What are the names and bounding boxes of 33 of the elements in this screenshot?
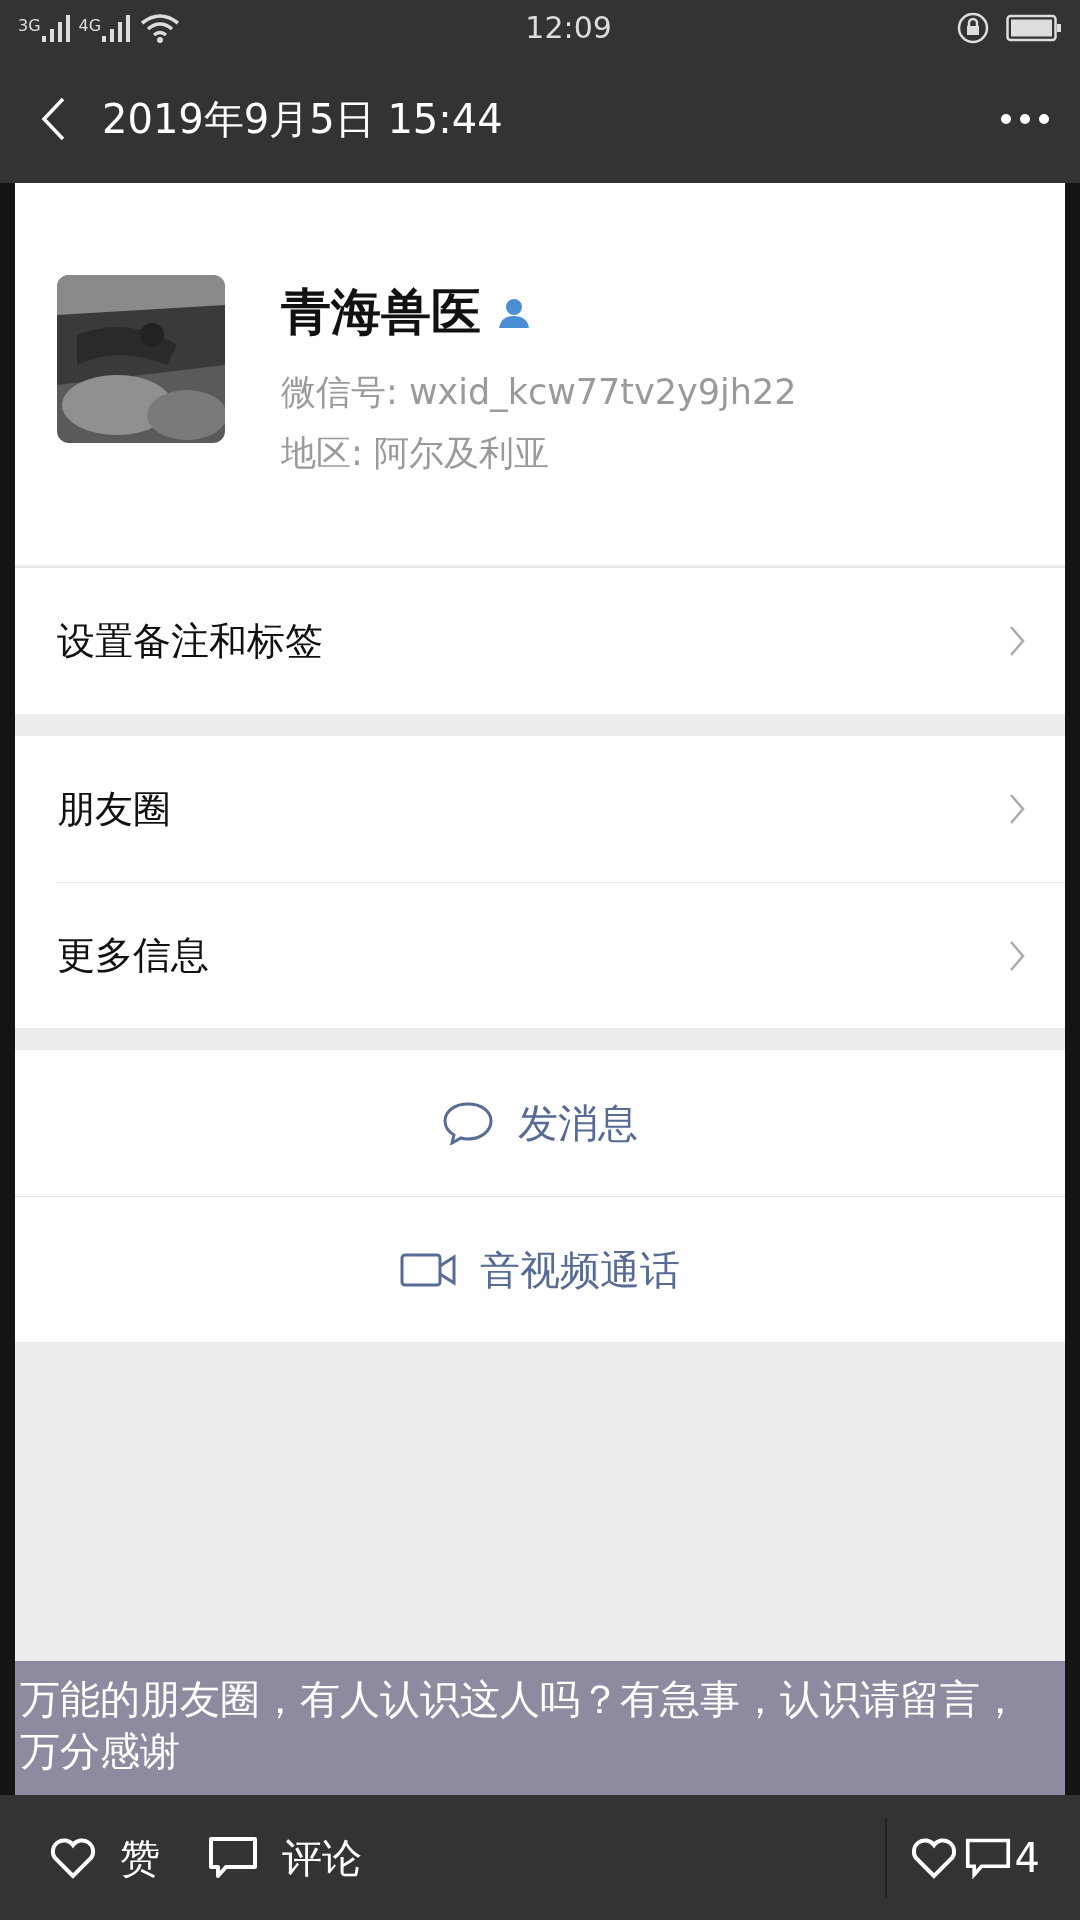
contact-name: 青海兽医 — [281, 282, 481, 343]
chevron-icon — [1009, 625, 1025, 657]
battery-icon — [1006, 13, 1062, 42]
comment-icon — [208, 1835, 258, 1880]
person-icon — [497, 296, 531, 329]
comment-count: 4 — [1014, 1833, 1040, 1883]
menu-row[interactable]: 朋友圈 — [15, 736, 1065, 882]
network-type: 4G — [78, 14, 102, 37]
region: 地区: 阿尔及利亚 — [281, 431, 550, 475]
chevron-icon — [1009, 939, 1025, 972]
rotation-lock-icon — [956, 10, 990, 45]
menu-row[interactable]: 设置备注和标签 — [15, 568, 1065, 714]
heart-icon — [50, 1836, 96, 1879]
video-camera-icon — [400, 1252, 456, 1287]
signal-icon — [40, 13, 71, 42]
like-button[interactable]: 赞 — [50, 1827, 160, 1888]
comment-icon — [964, 1836, 1011, 1879]
more-icon[interactable] — [1000, 113, 1050, 125]
status-time: 12:09 — [525, 9, 612, 47]
video-call-link[interactable]: 音视频通话 — [480, 1239, 680, 1300]
network-type: 3G — [18, 14, 41, 37]
comment-button[interactable]: 评论 — [208, 1827, 362, 1888]
menu-row[interactable]: 更多信息 — [57, 882, 1065, 1028]
chevron-icon — [1009, 793, 1025, 825]
back-icon[interactable] — [40, 96, 66, 142]
wechat-id: 微信号: wxid_kcw77tv2y9jh22 — [281, 371, 797, 414]
post-date: 2019年9月5日 15:44 — [102, 95, 503, 144]
chat-bubble-icon — [442, 1101, 494, 1145]
message-link[interactable]: 发消息 — [518, 1093, 638, 1153]
heart-icon — [910, 1836, 957, 1879]
wifi-icon — [139, 12, 182, 43]
caption: 万能的朋友圈，有人认识这人吗？有急事，认识请留言，万分感谢 — [15, 1661, 1065, 1795]
signal-icon — [101, 13, 132, 42]
